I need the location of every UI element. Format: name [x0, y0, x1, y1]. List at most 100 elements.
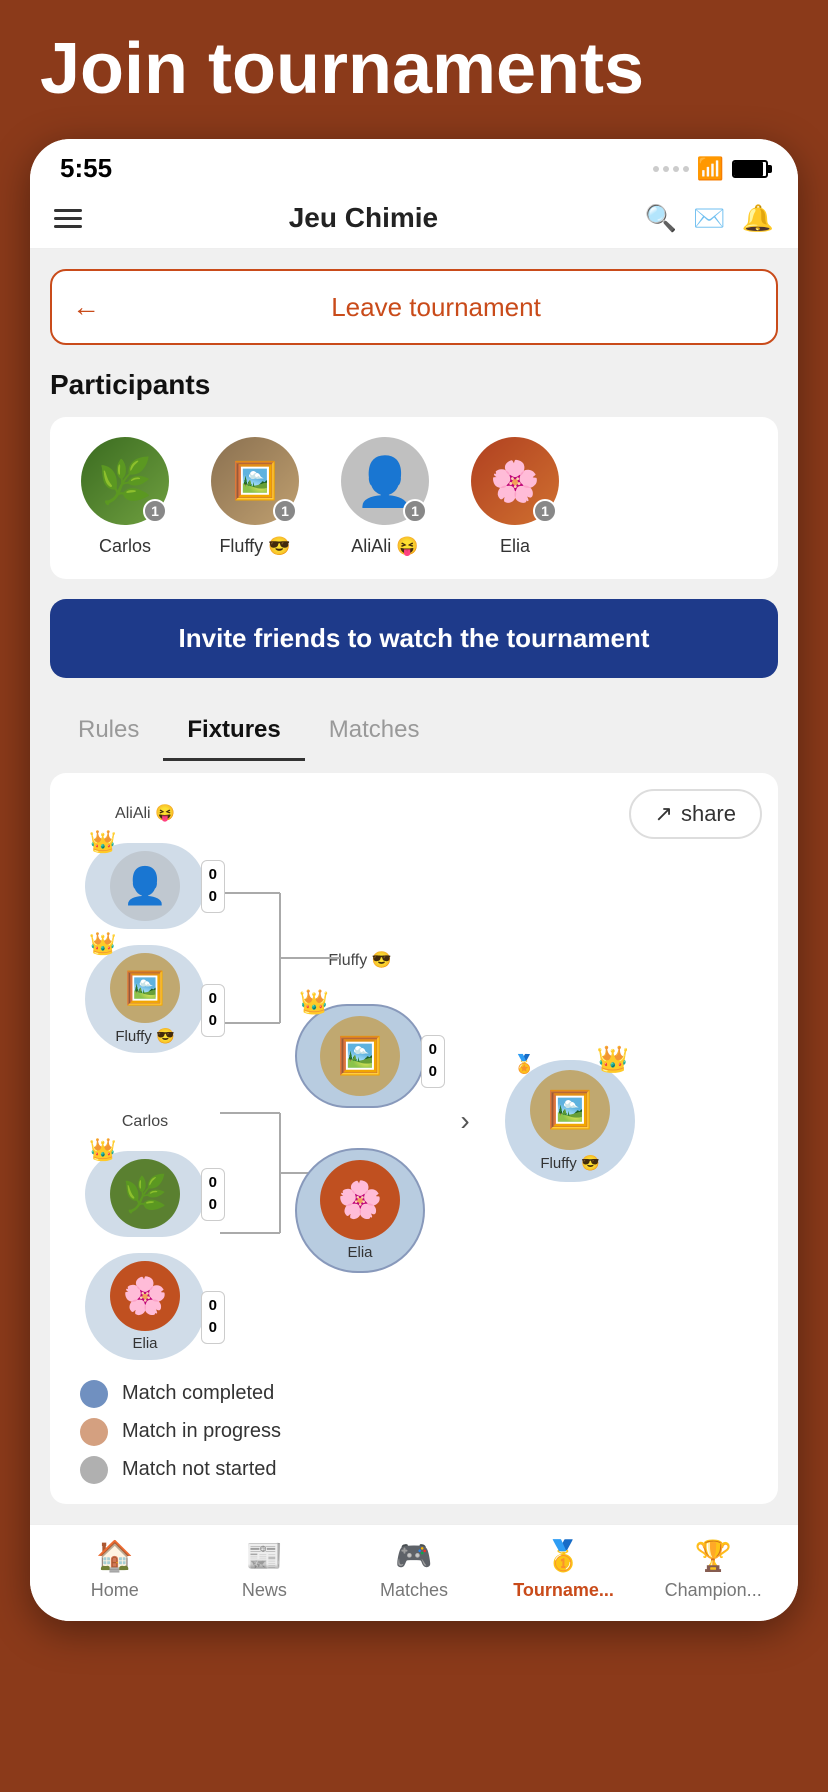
legend-dot-peach: [80, 1418, 108, 1446]
score-fluffy-r1: 00: [201, 984, 225, 1037]
home-label: Home: [91, 1580, 139, 1601]
crown-icon-winner: 👑: [597, 1044, 629, 1075]
matches-label: Matches: [380, 1580, 448, 1601]
score-elia-r1: 00: [201, 1291, 225, 1344]
wifi-icon: 📶: [697, 156, 724, 182]
bracket-col-semi: Fluffy 😎 🖼️ 00 👑: [280, 950, 440, 1273]
elia-oval-wrap-r1: 🌸 Elia 00: [85, 1253, 205, 1360]
crown-icon-carlos: 👑: [89, 1137, 116, 1163]
semi-elia-avatar: 🌸: [320, 1160, 400, 1240]
content-area: ← Leave tournament Participants 🌿 1 Carl…: [30, 249, 798, 1523]
match1-top-stack: AliAli 😝 👤 00 👑: [70, 803, 220, 1053]
semi-fluffy-label: Fluffy 😎: [328, 950, 391, 970]
tab-fixtures[interactable]: Fixtures: [163, 702, 304, 761]
app-navbar: Jeu Chimie 🔍 ✉️ 🔔: [30, 192, 798, 249]
winner-oval: 🖼️ Fluffy 😎: [505, 1060, 635, 1182]
champion-label: Champion...: [665, 1580, 762, 1601]
champion-icon: 🏆: [694, 1539, 731, 1574]
aliali-avatar: 👤: [110, 851, 180, 921]
legend-not-started: Match not started: [80, 1456, 758, 1484]
semi-elia-name: Elia: [347, 1244, 372, 1261]
battery-icon: [732, 160, 768, 178]
match2-bottom-stack: Carlos 🌿 00 👑: [70, 1113, 220, 1360]
bracket-layout: AliAli 😝 👤 00 👑: [70, 803, 758, 1360]
bottom-nav-news[interactable]: 📰 News: [190, 1539, 340, 1601]
tab-rules[interactable]: Rules: [54, 702, 163, 761]
score-aliali: 00: [201, 860, 225, 913]
legend-label-completed: Match completed: [122, 1382, 274, 1405]
crown-icon-fluffy-r1: 👑: [89, 931, 116, 957]
badge-fluffy: 1: [273, 499, 297, 523]
aliali-oval: 👤: [85, 843, 205, 929]
participant-elia: 🌸 1 Elia: [460, 437, 570, 558]
hamburger-line-3: [54, 225, 82, 228]
fluffy-avatar-r1: 🖼️: [110, 953, 180, 1023]
aliali-oval-wrap: 👤 00 👑: [85, 843, 205, 929]
participant-name-aliali: AliAli 😝: [351, 535, 418, 558]
promo-title: Join tournaments: [40, 30, 788, 109]
semi-elia-oval-wrap: 🌸 Elia: [295, 1148, 425, 1273]
participant-aliali: 👤 1 AliAli 😝: [330, 437, 440, 558]
participants-title: Participants: [50, 369, 778, 401]
semi-elia-oval: 🌸 Elia: [295, 1148, 425, 1273]
participant-name-fluffy: Fluffy 😎: [219, 535, 290, 558]
tabs-row: Rules Fixtures Matches: [50, 702, 778, 761]
semi-fluffy-avatar: 🖼️: [320, 1016, 400, 1096]
tournament-icon: 🥇: [545, 1539, 582, 1574]
participants-card: 🌿 1 Carlos 🖼️ 1 Fluffy 😎: [50, 417, 778, 578]
score-carlos: 00: [201, 1168, 225, 1221]
home-icon: 🏠: [96, 1539, 133, 1574]
message-icon[interactable]: ✉️: [693, 203, 725, 234]
leave-tournament-button[interactable]: ← Leave tournament: [50, 269, 778, 345]
bottom-nav-tournament[interactable]: 🥇 Tourname...: [489, 1539, 639, 1601]
leave-tournament-label: Leave tournament: [116, 292, 756, 323]
matches-icon: 🎮: [395, 1539, 432, 1574]
status-time: 5:55: [60, 153, 112, 184]
medal-icon: 🏅: [513, 1054, 535, 1075]
person-silhouette-icon: 👤: [355, 453, 415, 510]
winner-avatar: 🖼️: [530, 1070, 610, 1150]
dot1: [653, 166, 659, 172]
bracket-col-1: AliAli 😝 👤 00 👑: [70, 803, 220, 1360]
status-bar: 5:55 📶: [30, 139, 798, 192]
legend-label-not-started: Match not started: [122, 1458, 277, 1481]
avatar-wrap-aliali: 👤 1: [341, 437, 429, 525]
bell-icon[interactable]: 🔔: [742, 203, 774, 234]
bottom-nav-champion[interactable]: 🏆 Champion...: [638, 1539, 788, 1601]
semi-oval-wrap: 🖼️ 00 👑: [295, 1004, 425, 1108]
legend-label-progress: Match in progress: [122, 1420, 281, 1443]
status-icons: 📶: [653, 156, 768, 182]
badge-carlos: 1: [143, 499, 167, 523]
participant-carlos: 🌿 1 Carlos: [70, 437, 180, 558]
right-arrow-icon: ›: [460, 1105, 469, 1137]
bottom-nav-matches[interactable]: 🎮 Matches: [339, 1539, 489, 1601]
bottom-nav-home[interactable]: 🏠 Home: [40, 1539, 190, 1601]
avatar-wrap-carlos: 🌿 1: [81, 437, 169, 525]
hamburger-button[interactable]: [54, 209, 82, 228]
bracket-col-winner: 🏅 🖼️ Fluffy 😎 👑: [490, 1060, 650, 1182]
carlos-avatar: 🌿: [110, 1159, 180, 1229]
news-label: News: [242, 1580, 287, 1601]
participant-fluffy: 🖼️ 1 Fluffy 😎: [200, 437, 310, 558]
elia-oval-r1: 🌸 Elia: [85, 1253, 205, 1360]
back-arrow-icon: ←: [72, 291, 100, 323]
signal-dots: [653, 166, 689, 172]
promo-header: Join tournaments: [0, 0, 828, 129]
legend-dot-blue: [80, 1380, 108, 1408]
phone-frame: 5:55 📶 Jeu Chimie 🔍 ✉️ 🔔: [30, 139, 798, 1620]
bracket-area: AliAli 😝 👤 00 👑: [70, 793, 758, 1484]
dot4: [683, 166, 689, 172]
battery-fill: [734, 162, 763, 176]
fixtures-card: ↗ share: [50, 773, 778, 1504]
fluffy-label-r1: Fluffy 😎: [115, 1027, 174, 1045]
crown-icon-semi-fluffy: 👑: [299, 988, 329, 1017]
crown-icon-aliali: 👑: [89, 829, 116, 855]
legend-dot-gray: [80, 1456, 108, 1484]
invite-friends-button[interactable]: Invite friends to watch the tournament: [50, 599, 778, 678]
tab-matches[interactable]: Matches: [305, 702, 444, 761]
search-icon[interactable]: 🔍: [645, 203, 677, 234]
bracket-legend: Match completed Match in progress Match …: [70, 1380, 758, 1484]
score-semi-top: 00: [421, 1035, 445, 1088]
dot3: [673, 166, 679, 172]
news-icon: 📰: [246, 1539, 283, 1574]
